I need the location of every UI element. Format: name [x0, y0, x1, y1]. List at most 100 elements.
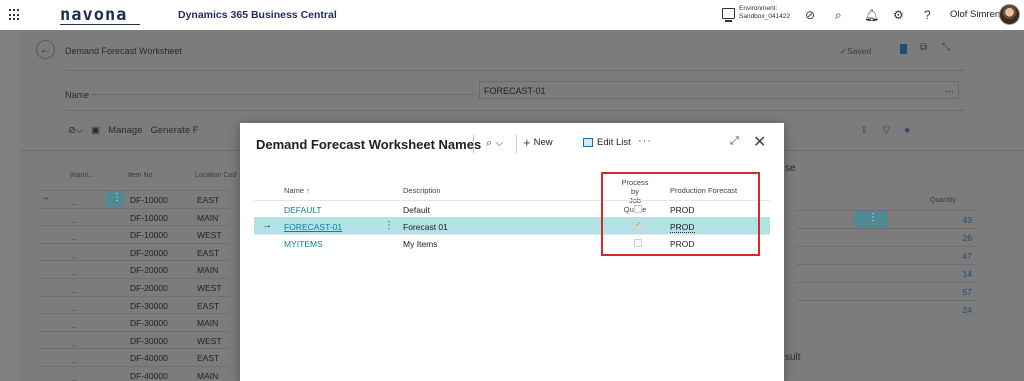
location-cell[interactable]: EAST	[197, 301, 219, 311]
item-no-cell[interactable]: DF-40000	[130, 371, 168, 381]
warning-cell: _	[72, 335, 77, 346]
table-row[interactable]: _ DF-10000 EAST	[40, 190, 230, 207]
quantity-cell[interactable]: 43	[963, 215, 972, 225]
warning-cell: _	[72, 265, 77, 276]
quantity-row[interactable]: 47	[796, 246, 976, 263]
table-row[interactable]: _ DF-10000 MAIN	[40, 207, 230, 225]
table-row[interactable]: _ DF-30000 EAST	[40, 295, 230, 313]
user-name[interactable]: Olof Simren	[950, 9, 1000, 20]
location-cell[interactable]: MAIN	[197, 371, 218, 381]
quantity-row[interactable]: 24	[796, 300, 976, 317]
share-icon[interactable]: ⇪	[860, 125, 868, 136]
open-new-window-icon[interactable]: ⧉	[920, 42, 927, 53]
column-header-item-no[interactable]: Item No.	[128, 172, 154, 179]
quantity-row[interactable]: 26	[796, 228, 976, 245]
quantity-row[interactable]: 57	[796, 282, 976, 299]
section-header[interactable]: sult	[785, 352, 801, 363]
app-title[interactable]: Dynamics 365 Business Central	[178, 9, 337, 21]
section-header[interactable]: se	[785, 163, 796, 174]
column-header-warning[interactable]: Warni...	[70, 172, 94, 179]
close-icon[interactable]: ✕	[753, 132, 766, 152]
quantity-cell[interactable]: 26	[963, 233, 972, 243]
item-no-cell[interactable]: DF-10000	[130, 213, 168, 223]
info-icon[interactable]: ●	[904, 125, 910, 136]
description-cell[interactable]: Default	[403, 205, 430, 215]
location-cell[interactable]: WEST	[197, 230, 222, 240]
saved-status: ✓Saved	[840, 46, 872, 56]
item-no-cell[interactable]: DF-20000	[130, 283, 168, 293]
edit-list-button[interactable]: Edit List	[583, 137, 631, 148]
column-header-description[interactable]: Description	[403, 186, 441, 195]
name-cell[interactable]: DEFAULT	[284, 205, 322, 215]
item-no-cell[interactable]: DF-40000	[130, 353, 168, 363]
item-no-cell[interactable]: DF-10000	[130, 195, 168, 205]
environment-indicator[interactable]: Environment: Sandbox_041422	[722, 5, 790, 22]
quantity-row[interactable]: 43	[796, 210, 976, 227]
table-row[interactable]: _ DF-10000 WEST	[40, 225, 230, 242]
gear-icon[interactable]: ⚙	[893, 8, 904, 22]
location-cell[interactable]: EAST	[197, 353, 219, 363]
table-row[interactable]: _ DF-30000 WEST	[40, 330, 230, 348]
table-row[interactable]: _ DF-20000 MAIN	[40, 260, 230, 277]
name-field[interactable]: FORECAST-01 …	[479, 81, 959, 99]
expand-icon[interactable]: ⤢	[730, 135, 739, 148]
name-cell[interactable]: MYITEMS	[284, 239, 323, 249]
quantity-cell[interactable]: 57	[963, 287, 972, 297]
search-icon[interactable]: ⌕	[835, 8, 842, 23]
avatar[interactable]	[999, 4, 1020, 25]
copilot-icon[interactable]: ⊘	[805, 8, 815, 22]
table-row[interactable]: _ DF-20000 EAST	[40, 242, 230, 260]
row-menu-icon[interactable]: ⋮	[384, 220, 394, 231]
bookmark-icon[interactable]	[900, 44, 907, 54]
search-icon[interactable]: ⌕ ⌵	[486, 137, 504, 150]
new-button[interactable]: + New	[523, 134, 553, 150]
column-header-name[interactable]: Name ↑	[284, 186, 310, 195]
item-no-cell[interactable]: DF-30000	[130, 301, 168, 311]
location-cell[interactable]: EAST	[197, 195, 219, 205]
copilot-action-icon[interactable]: ⊘⌵	[68, 125, 83, 136]
item-no-cell[interactable]: DF-10000	[130, 230, 168, 240]
list-toolbar: ⇪ ▽ ●	[860, 125, 924, 136]
filter-icon[interactable]: ▽	[882, 125, 890, 136]
location-cell[interactable]: EAST	[197, 248, 219, 258]
location-cell[interactable]: WEST	[197, 336, 222, 346]
column-header-location[interactable]: Location Cod	[195, 172, 236, 179]
item-no-cell[interactable]: DF-20000	[130, 265, 168, 275]
highlight-annotation	[601, 172, 760, 256]
table-row[interactable]: _ DF-20000 WEST	[40, 278, 230, 295]
lookup-icon[interactable]: …	[945, 84, 954, 94]
generate-forecast-action[interactable]: Generate F	[151, 125, 199, 136]
plus-icon: +	[523, 134, 531, 150]
help-icon[interactable]: ?	[924, 8, 931, 22]
manage-action[interactable]: Manage	[108, 125, 142, 136]
location-cell[interactable]: MAIN	[197, 265, 218, 275]
description-cell[interactable]: Forecast 01	[403, 222, 448, 232]
page-action-icon[interactable]: ▣	[91, 125, 100, 136]
item-no-cell[interactable]: DF-20000	[130, 248, 168, 258]
quantity-cell[interactable]: 24	[963, 305, 972, 315]
column-header-quantity[interactable]: Quantity	[930, 197, 956, 204]
location-cell[interactable]: WEST	[197, 283, 222, 293]
name-cell[interactable]: FORECAST-01	[284, 222, 342, 232]
environment-label: Environment:	[739, 5, 778, 12]
table-row[interactable]: _ DF-30000 MAIN	[40, 313, 230, 330]
quantity-cell[interactable]: 47	[963, 251, 972, 261]
table-row[interactable]: _ DF-40000 MAIN	[40, 366, 230, 381]
quantity-row[interactable]: 14	[796, 264, 976, 281]
new-button-label: New	[533, 137, 553, 148]
bell-icon[interactable]: 🔔︎	[864, 8, 879, 22]
collapse-icon[interactable]: ⤡	[942, 42, 950, 53]
app-launcher-icon[interactable]	[9, 9, 21, 21]
location-cell[interactable]: MAIN	[197, 213, 218, 223]
quantity-cell[interactable]: 14	[963, 269, 972, 279]
warning-cell: _	[72, 318, 77, 329]
warning-cell: _	[72, 212, 77, 223]
item-no-cell[interactable]: DF-30000	[130, 318, 168, 328]
item-no-cell[interactable]: DF-30000	[130, 336, 168, 346]
location-cell[interactable]: MAIN	[197, 318, 218, 328]
company-logo: navona	[60, 5, 128, 25]
table-row[interactable]: _ DF-40000 EAST	[40, 348, 230, 365]
description-cell[interactable]: My Items	[403, 239, 437, 249]
back-button[interactable]: ←	[36, 40, 55, 59]
more-options-icon[interactable]: ···	[638, 135, 652, 147]
